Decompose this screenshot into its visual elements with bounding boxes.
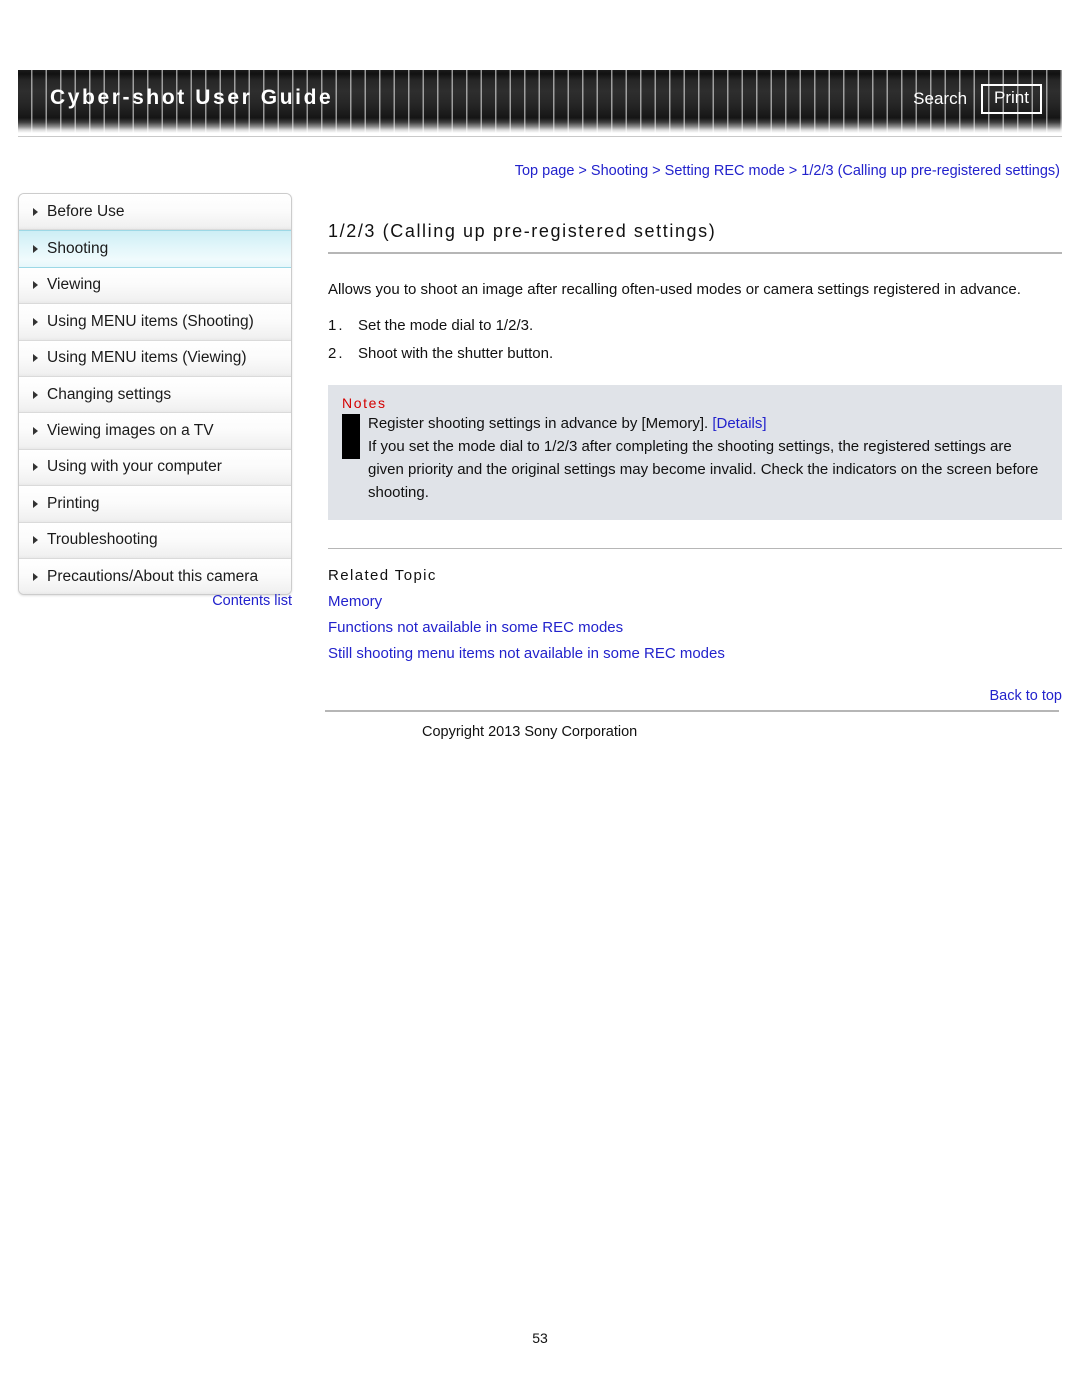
sidebar-item-using-menu-items-viewing[interactable]: Using MENU items (Viewing) — [19, 340, 291, 377]
notes-title: Notes — [342, 395, 387, 412]
footer-divider — [325, 710, 1059, 713]
sidebar-item-label: Precautions/About this camera — [47, 567, 259, 585]
sidebar-navigation: Before Use Shooting Viewing Using MENU i… — [18, 193, 292, 596]
sidebar-item-precautions-about-this-camera[interactable]: Precautions/About this camera — [19, 558, 291, 595]
sidebar-item-label: Troubleshooting — [47, 531, 158, 549]
step-item: 1. Set the mode dial to 1/2/3. — [328, 316, 1062, 336]
chevron-right-icon — [33, 499, 38, 508]
contents-list-link[interactable]: Contents list — [18, 593, 292, 609]
sidebar-item-label: Changing settings — [47, 385, 172, 403]
sidebar-item-shooting[interactable]: Shooting — [19, 230, 291, 268]
note-line-2: If you set the mode dial to 1/2/3 after … — [368, 438, 1039, 501]
step-number: 1. — [328, 316, 345, 334]
intro-paragraph: Allows you to shoot an image after recal… — [328, 281, 1021, 298]
sidebar-item-label: Viewing images on a TV — [47, 422, 214, 440]
details-link[interactable]: [Details] — [712, 415, 766, 432]
sidebar-item-changing-settings[interactable]: Changing settings — [19, 376, 291, 414]
related-link-functions-not-available[interactable]: Functions not available in some REC mode… — [328, 619, 1062, 636]
chevron-right-icon — [33, 207, 38, 216]
copyright-text: Copyright 2013 Sony Corporation — [422, 724, 638, 741]
main-content: 1/2/3 (Calling up pre-registered setting… — [325, 193, 1062, 741]
sidebar-item-viewing[interactable]: Viewing — [19, 267, 291, 305]
sidebar-item-label: Before Use — [47, 202, 125, 220]
chevron-right-icon — [33, 427, 38, 436]
back-to-top-link[interactable]: Back to top — [328, 688, 1062, 704]
site-header: Cyber-shot User Guide Search Print — [18, 70, 1062, 133]
chevron-right-icon — [33, 354, 38, 363]
step-text: Shoot with the shutter button. — [358, 345, 554, 362]
page-title: 1/2/3 (Calling up pre-registered setting… — [328, 221, 717, 241]
header-actions: Search Print — [913, 84, 1042, 114]
sidebar-item-label: Using with your computer — [47, 458, 222, 476]
step-text: Set the mode dial to 1/2/3. — [358, 316, 534, 334]
chevron-right-icon — [33, 390, 38, 399]
sidebar-item-using-with-your-computer[interactable]: Using with your computer — [19, 449, 291, 487]
sidebar-item-viewing-images-on-a-tv[interactable]: Viewing images on a TV — [19, 413, 291, 450]
chevron-right-icon — [33, 572, 38, 581]
header-divider — [18, 136, 1062, 137]
chevron-right-icon — [33, 463, 38, 472]
related-topic-title: Related Topic — [328, 567, 437, 585]
sidebar-item-printing[interactable]: Printing — [19, 486, 291, 523]
sidebar-item-using-menu-items-shooting[interactable]: Using MENU items (Shooting) — [19, 304, 291, 341]
note-line-1: Register shooting settings in advance by… — [368, 413, 1048, 436]
related-topic-divider — [328, 548, 1062, 550]
breadcrumb[interactable]: Top page > Shooting > Setting REC mode >… — [515, 163, 1060, 179]
sidebar-item-label: Using MENU items (Shooting) — [47, 312, 254, 330]
related-link-still-shooting-menu-items[interactable]: Still shooting menu items not available … — [328, 645, 1062, 662]
step-number: 2. — [328, 345, 345, 362]
sidebar-item-label: Printing — [47, 494, 100, 512]
sidebar-item-label: Shooting — [47, 240, 109, 258]
chevron-right-icon — [33, 536, 38, 545]
related-link-memory[interactable]: Memory — [328, 593, 1062, 610]
search-link[interactable]: Search — [913, 89, 967, 109]
step-item: 2. Shoot with the shutter button. — [328, 344, 1062, 364]
sidebar-item-troubleshooting[interactable]: Troubleshooting — [19, 522, 291, 559]
chevron-right-icon — [33, 317, 38, 326]
note-line-1-text: Register shooting settings in advance by… — [368, 415, 709, 433]
bullet-block-icon — [342, 414, 360, 460]
steps-list: 1. Set the mode dial to 1/2/3. 2. Shoot … — [328, 316, 1062, 365]
title-divider — [328, 252, 1062, 254]
page-number: 53 — [532, 1330, 548, 1346]
sidebar-item-label: Viewing — [47, 276, 102, 294]
chevron-right-icon — [33, 281, 38, 290]
chevron-right-icon — [33, 245, 38, 254]
sidebar-item-label: Using MENU items (Viewing) — [47, 349, 247, 367]
notes-body: Register shooting settings in advance by… — [342, 413, 1048, 504]
notes-box: Notes Register shooting settings in adva… — [328, 385, 1062, 521]
sidebar-item-before-use[interactable]: Before Use — [19, 194, 291, 231]
site-title: Cyber-shot User Guide — [50, 86, 334, 109]
print-button[interactable]: Print — [981, 84, 1042, 114]
